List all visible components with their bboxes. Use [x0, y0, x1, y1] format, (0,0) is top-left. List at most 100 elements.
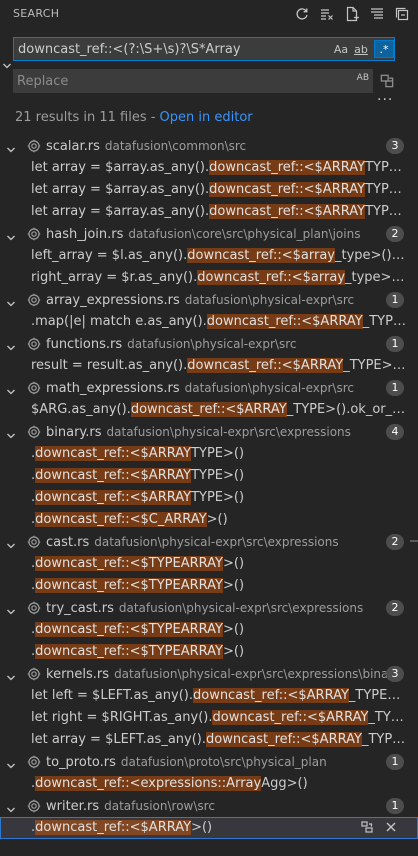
chevron-down-icon[interactable]: [6, 339, 16, 351]
toggle-replace-chevron-icon[interactable]: [2, 60, 12, 70]
chevron-down-icon[interactable]: [6, 757, 16, 769]
dismiss-icon[interactable]: [384, 820, 398, 839]
search-input[interactable]: [18, 40, 328, 58]
file-result-row[interactable]: writer.rs datafusion\row\src 1: [0, 795, 418, 817]
match-context: let array = $array.as_any().: [31, 204, 210, 219]
view-title: SEARCH: [13, 7, 60, 20]
match-context: .map(|e| match e.as_any().: [31, 314, 207, 329]
file-name-label: array_expressions.rs: [46, 293, 180, 308]
match-result-row[interactable]: .downcast_ref::<$TYPEARRAY>(): [0, 641, 418, 663]
open-in-editor-link[interactable]: Open in editor: [160, 110, 253, 125]
replace-input[interactable]: [17, 72, 337, 90]
file-name-label: cast.rs: [46, 535, 90, 550]
match-count-badge: 1: [386, 798, 404, 814]
file-path: datafusion\row\src: [104, 799, 215, 813]
match-result-row[interactable]: .map(|e| match e.as_any().downcast_ref::…: [0, 311, 418, 333]
match-preview-text: .downcast_ref::<$ARRAYTYPE>(): [31, 443, 408, 465]
match-result-row[interactable]: .downcast_ref::<$TYPEARRAY>(): [0, 575, 418, 597]
file-result-row[interactable]: cast.rs datafusion\physical-expr\src\expr…: [0, 531, 418, 553]
replace-all-icon[interactable]: [378, 72, 396, 90]
refresh-icon[interactable]: [292, 4, 312, 24]
match-preview-text: .downcast_ref::<$C_ARRAY>(): [31, 509, 408, 531]
preserve-case-toggle[interactable]: AB: [357, 73, 369, 83]
chevron-down-icon[interactable]: [6, 383, 16, 395]
chevron-down-icon[interactable]: [6, 427, 16, 439]
toggle-search-details-icon[interactable]: ···: [377, 92, 393, 108]
match-result-row[interactable]: left_array = $l.as_any().downcast_ref::<…: [0, 245, 418, 267]
scrollbar-thumb[interactable]: [410, 540, 418, 542]
chevron-down-icon[interactable]: [6, 537, 16, 549]
file-result-row[interactable]: hash_join.rs datafusion\core\src\physical…: [0, 223, 418, 245]
chevron-down-icon[interactable]: [6, 801, 16, 813]
chevron-down-icon[interactable]: [6, 295, 16, 307]
chevron-down-icon[interactable]: [6, 669, 16, 681]
match-result-row[interactable]: .downcast_ref::<$ARRAYTYPE>(): [0, 443, 418, 465]
results-scrollbar[interactable]: [408, 135, 418, 856]
match-preview-text: .downcast_ref::<$TYPEARRAY>(): [31, 553, 408, 575]
match-highlight: downcast_ref::<$ARRAY: [206, 732, 362, 747]
file-result-row[interactable]: to_proto.rs datafusion\proto\src\physical…: [0, 751, 418, 773]
file-name: binary.rs datafusion\physical-expr\src\ex…: [46, 421, 351, 444]
match-context: _TYPE>().unwrap();: [361, 732, 408, 747]
file-name: functions.rs datafusion\physical-expr\src: [46, 333, 297, 356]
match-count-badge: 2: [386, 534, 404, 550]
match-result-row[interactable]: .downcast_ref::<$ARRAYTYPE>(): [0, 465, 418, 487]
match-result-row[interactable]: .downcast_ref::<$TYPEARRAY>(): [0, 553, 418, 575]
chevron-down-icon[interactable]: [6, 229, 16, 241]
match-preview-text: result = result.as_any().downcast_ref::<…: [31, 355, 408, 377]
collapse-all-icon[interactable]: [392, 4, 412, 24]
replace-icon[interactable]: [360, 820, 374, 839]
match-result-row[interactable]: $ARG.as_any().downcast_ref::<$ARRAY_TYPE…: [0, 399, 418, 421]
match-result-row[interactable]: right_array = $r.as_any().downcast_ref::…: [0, 267, 418, 289]
file-result-row[interactable]: binary.rs datafusion\physical-expr\src\ex…: [0, 421, 418, 443]
match-highlight: downcast_ref::<$TYPEARRAY: [35, 622, 223, 637]
match-context: >(): [223, 578, 245, 593]
match-highlight: downcast_ref::<$TYPEARRAY: [35, 644, 223, 659]
new-search-editor-icon[interactable]: [342, 4, 362, 24]
match-context: >(): [223, 644, 245, 659]
match-result-row[interactable]: let left = $LEFT.as_any().downcast_ref::…: [0, 685, 418, 707]
file-result-row[interactable]: math_expressions.rs datafusion\physical-e…: [0, 377, 418, 399]
match-result-row[interactable]: .downcast_ref::<$TYPEARRAY>(): [0, 619, 418, 641]
match-case-toggle[interactable]: Aa: [332, 40, 350, 58]
file-name: scalar.rs datafusion\common\src: [46, 135, 246, 158]
file-result-row[interactable]: scalar.rs datafusion\common\src 3: [0, 135, 418, 157]
rust-file-icon: [27, 535, 41, 549]
match-preview-text: .downcast_ref::<$TYPEARRAY>(): [31, 575, 408, 597]
match-result-row[interactable]: let array = $array.as_any().downcast_ref…: [0, 201, 418, 223]
match-whole-word-toggle[interactable]: ab: [352, 40, 370, 58]
match-context: right_array = $r.as_any().: [31, 270, 198, 285]
match-highlight: downcast_ref::<$ARRAY: [35, 490, 192, 505]
file-path: datafusion\common\src: [104, 139, 247, 153]
match-result-row[interactable]: .downcast_ref::<$ARRAYTYPE>(): [0, 487, 418, 509]
file-result-row[interactable]: kernels.rs datafusion\physical-expr\src\e…: [0, 663, 418, 685]
file-result-row[interactable]: try_cast.rs datafusion\physical-expr\src\…: [0, 597, 418, 619]
match-context: _type>().unwrap();: [334, 248, 408, 263]
use-regex-toggle[interactable]: .*: [374, 40, 394, 58]
match-context: TYPE>(): [191, 468, 245, 483]
match-result-row[interactable]: .downcast_ref::<$C_ARRAY>(): [0, 509, 418, 531]
match-result-row[interactable]: let array = $LEFT.as_any().downcast_ref:…: [0, 729, 418, 751]
file-name-label: to_proto.rs: [46, 755, 116, 770]
match-highlight: downcast_ref::<$ARRAY: [130, 402, 287, 417]
chevron-down-icon[interactable]: [6, 603, 16, 615]
clear-results-icon[interactable]: [317, 4, 337, 24]
match-result-row[interactable]: let array = $array.as_any().downcast_ref…: [0, 157, 418, 179]
rust-file-icon: [27, 293, 41, 307]
search-results-tree: scalar.rs datafusion\common\src 3 let array…: [0, 135, 418, 839]
file-name: try_cast.rs datafusion\physical-expr\src\…: [46, 597, 363, 620]
match-result-row[interactable]: result = result.as_any().downcast_ref::<…: [0, 355, 418, 377]
match-context: TYPE>().unwrap();: [365, 182, 408, 197]
file-result-row[interactable]: array_expressions.rs datafusion\physical-…: [0, 289, 418, 311]
match-highlight: downcast_ref::<$array: [197, 270, 346, 285]
match-preview-text: let array = $LEFT.as_any().downcast_ref:…: [31, 729, 408, 751]
match-context: >(): [191, 820, 213, 835]
chevron-down-icon[interactable]: [6, 141, 16, 153]
match-preview-text: $ARG.as_any().downcast_ref::<$ARRAY_TYPE…: [31, 399, 408, 421]
match-result-row[interactable]: let array = $array.as_any().downcast_ref…: [0, 179, 418, 201]
view-as-tree-icon[interactable]: [367, 4, 387, 24]
match-result-row[interactable]: let right = $RIGHT.as_any().downcast_ref…: [0, 707, 418, 729]
match-result-row[interactable]: .downcast_ref::<expressions::ArrayAgg>(): [0, 773, 418, 795]
file-result-row[interactable]: functions.rs datafusion\physical-expr\src…: [0, 333, 418, 355]
match-result-row[interactable]: .downcast_ref::<$ARRAY>(): [0, 817, 418, 839]
